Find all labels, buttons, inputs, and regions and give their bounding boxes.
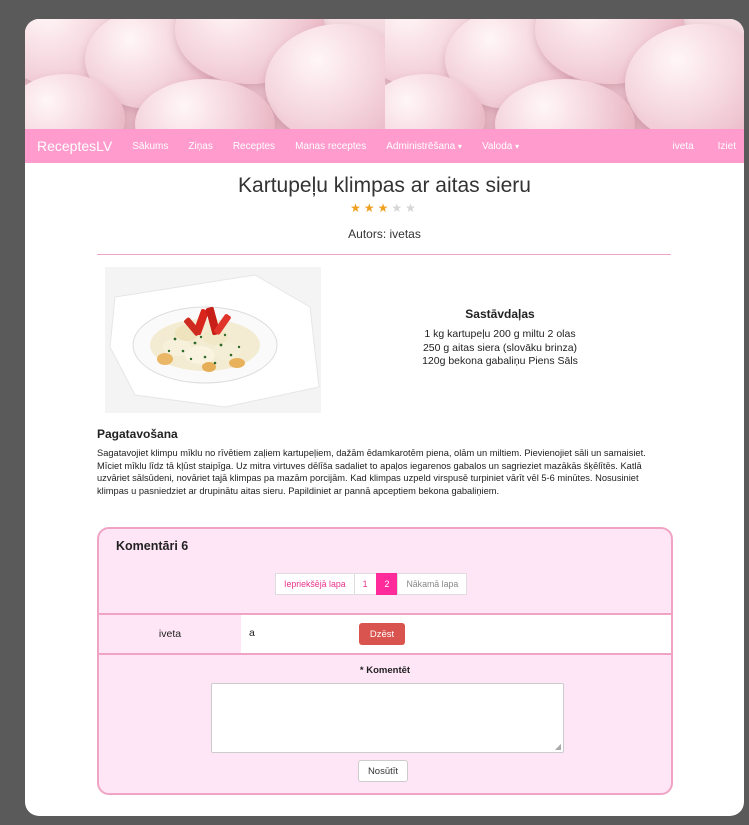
ingredients-line: 1 kg kartupeļu 200 g miltu 2 olas xyxy=(424,328,576,340)
pagination: Iepriekšējā lapa 1 2 Nākamā lapa xyxy=(275,573,468,595)
nav-home[interactable]: Sākums xyxy=(132,141,168,152)
divider xyxy=(99,653,671,655)
ingredients-line: 250 g aitas siera (slovāku brinza) xyxy=(422,341,578,354)
nav-language-label: Valoda xyxy=(481,140,513,152)
ingredients-heading: Sastāvdaļas xyxy=(465,307,535,321)
comment-label-text: Komentēt xyxy=(366,665,411,676)
header-banner xyxy=(25,19,744,129)
page-card: ReceptesLV Sākums Ziņas Receptes Manas r… xyxy=(25,19,744,816)
comments-heading: Komentāri 6 xyxy=(116,539,189,553)
nav-administration-label: Administrēšana xyxy=(386,140,456,152)
submit-comment-button[interactable]: Nosūtīt xyxy=(358,760,408,782)
recipe-title: Kartupeļu klimpas ar aitas sieru xyxy=(238,174,531,197)
banner-image-right xyxy=(384,19,744,129)
comment-body-cell: a Dzēst xyxy=(241,615,671,653)
nav-right: iveta Iziet xyxy=(661,129,744,163)
pagination-prev[interactable]: Iepriekšējā lapa xyxy=(275,573,355,595)
pagination-page-1[interactable]: 1 xyxy=(353,573,377,595)
ingredients-line: 120g bekona gabaliņu Piens Sāls xyxy=(422,355,578,367)
comment-row: iveta a Dzēst xyxy=(99,615,671,653)
brand-link[interactable]: ReceptesLV xyxy=(37,138,112,154)
star-icon[interactable]: ★ xyxy=(378,201,392,215)
resize-grip-icon[interactable]: ◢ xyxy=(555,742,561,751)
star-icon[interactable]: ★ xyxy=(391,201,405,215)
nav-recipes[interactable]: Receptes xyxy=(233,141,275,152)
comment-form-label: * Komentēt xyxy=(99,665,671,676)
caret-down-icon: ▾ xyxy=(515,141,520,151)
ingredients-list: 1 kg kartupeļu 200 g miltu 2 olas 250 g … xyxy=(375,328,625,369)
rating-stars[interactable]: ★★★★★ xyxy=(25,201,744,215)
divider xyxy=(97,254,671,255)
nav-news[interactable]: Ziņas xyxy=(188,141,212,152)
nav-logout[interactable]: Iziet xyxy=(706,141,744,152)
required-mark: * xyxy=(359,665,364,676)
comment-author: iveta xyxy=(158,628,182,640)
star-icon[interactable]: ★ xyxy=(364,201,378,215)
star-icon[interactable]: ★ xyxy=(405,201,419,215)
preparation-text: Sagatavojiet klimpu mīklu no rīvētiem za… xyxy=(97,448,646,496)
navbar: ReceptesLV Sākums Ziņas Receptes Manas r… xyxy=(25,129,744,163)
delete-comment-button[interactable]: Dzēst xyxy=(359,623,405,645)
nav-user[interactable]: iveta xyxy=(661,141,706,152)
recipe-photo xyxy=(105,267,321,413)
comments-panel: Komentāri 6 Iepriekšējā lapa 1 2 Nākamā … xyxy=(97,527,673,795)
caret-down-icon: ▾ xyxy=(457,141,462,151)
pagination-page-2[interactable]: 2 xyxy=(375,573,399,595)
nav-language-dropdown[interactable]: Valoda ▾ xyxy=(482,141,519,152)
banner-image-left xyxy=(25,19,385,129)
comment-text: a xyxy=(249,627,255,639)
recipe-author: Autors: ivetas xyxy=(348,227,421,241)
preparation-heading: Pagatavošana xyxy=(97,427,178,441)
star-icon[interactable]: ★ xyxy=(350,201,364,215)
comment-textarea[interactable]: ◢ xyxy=(211,683,564,753)
nav-administration-dropdown[interactable]: Administrēšana ▾ xyxy=(386,141,462,152)
pagination-next[interactable]: Nākamā lapa xyxy=(397,573,468,595)
nav-my-recipes[interactable]: Manas receptes xyxy=(295,141,366,152)
